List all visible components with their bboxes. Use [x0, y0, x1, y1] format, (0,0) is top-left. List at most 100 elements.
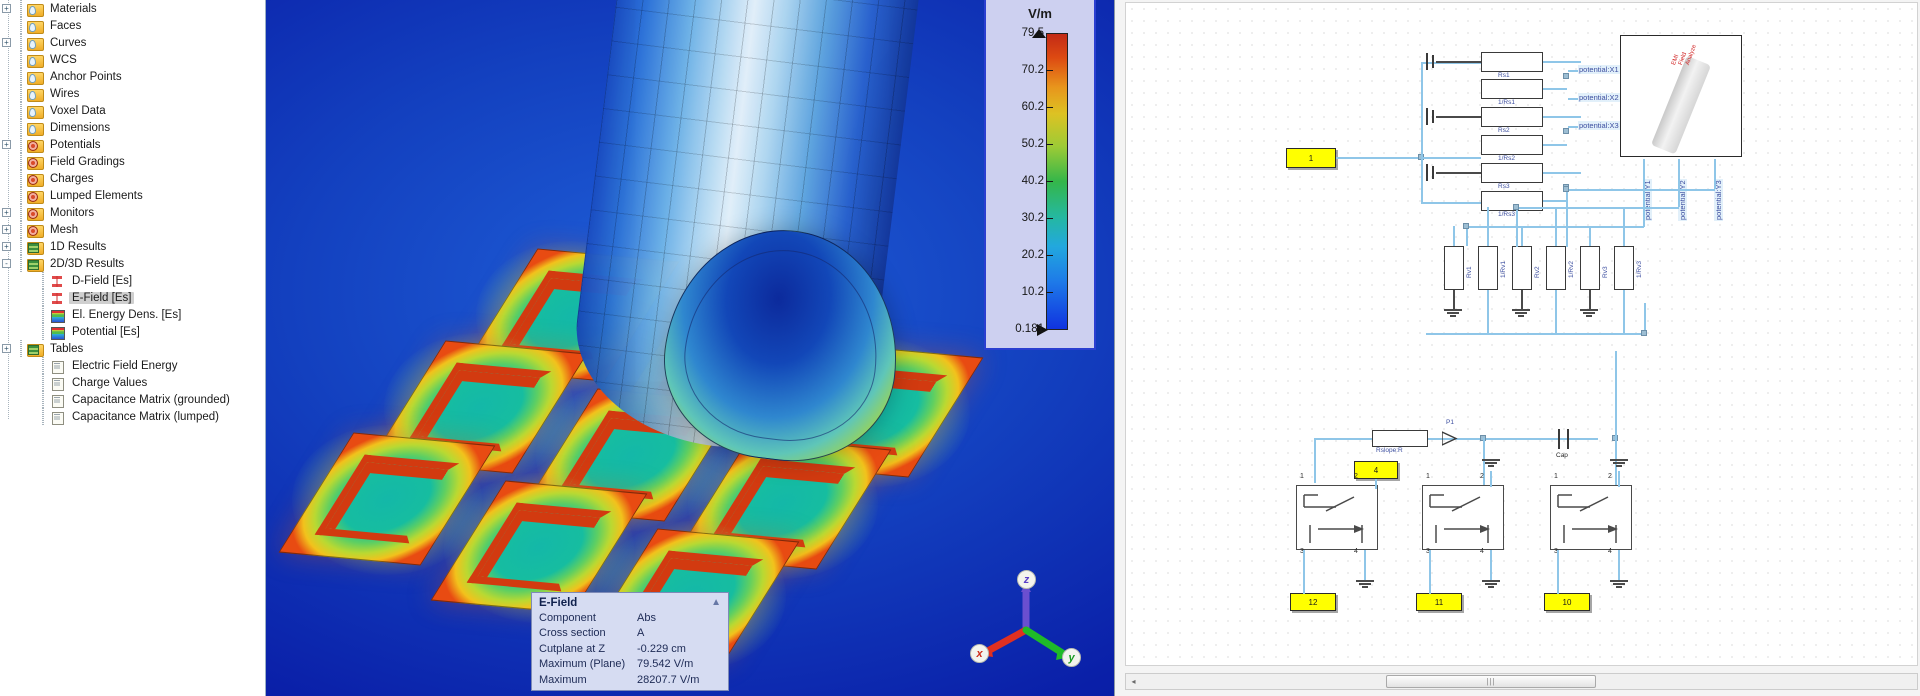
collapse-toggle-icon[interactable]: -: [2, 259, 11, 268]
chevron-up-icon[interactable]: ▲: [711, 597, 721, 608]
field-colorbar-legend: V/m 79.5 70.2 60.2 50.2 40.2 30.2 20.2 10.2 0.18…: [984, 0, 1096, 350]
series-resistor-block[interactable]: [1372, 430, 1428, 447]
scroll-left-arrow-icon[interactable]: ◂: [1126, 674, 1141, 689]
tree-row-container: + Materials Faces + Curves WCS Anchor Points Wi…: [0, 0, 265, 425]
tree-item-monitors[interactable]: + Monitors: [0, 204, 265, 221]
schematic-source-port[interactable]: 1: [1286, 148, 1336, 168]
legend-tick-mark: [1046, 292, 1053, 293]
resistor-label-top: 1/Rs2: [1498, 155, 1515, 162]
wire-cap-lead: [1436, 61, 1481, 63]
tree-item-tables[interactable]: + Tables: [0, 340, 265, 357]
wire-dev-down-2: [1678, 159, 1680, 207]
tree-item-wcs[interactable]: WCS: [0, 51, 265, 68]
tree-item-el-energy-dens-es[interactable]: El. Energy Dens. [Es]: [0, 306, 265, 323]
tree-item-field-gradings[interactable]: Field Gradings: [0, 153, 265, 170]
switch-output-port[interactable]: 11: [1416, 593, 1462, 611]
ground-symbol: [1610, 580, 1628, 590]
tree-item-e-field-es[interactable]: E-Field [Es]: [0, 289, 265, 306]
expand-toggle-icon[interactable]: +: [2, 242, 11, 251]
tree-item-label: Materials: [50, 2, 97, 15]
expand-toggle-icon[interactable]: +: [2, 4, 11, 13]
wire-resistor-lead: [1543, 200, 1567, 202]
tree-item-mesh[interactable]: + Mesh: [0, 221, 265, 238]
capacitor-label: Cap: [1556, 452, 1568, 459]
scrollbar-thumb[interactable]: |||: [1386, 675, 1596, 688]
tree-item-label: Curves: [50, 36, 87, 49]
tree-item-potential-es[interactable]: Potential [Es]: [0, 323, 265, 340]
tree-item-capacitance-matrix-grounded[interactable]: Capacitance Matrix (grounded): [0, 391, 265, 408]
expand-toggle-icon[interactable]: +: [2, 225, 11, 234]
resistor-block-top[interactable]: [1481, 163, 1543, 183]
efield-info-title: E-Field: [539, 596, 578, 609]
tree-item-anchor-points[interactable]: Anchor Points: [0, 68, 265, 85]
resistor-block-mid[interactable]: [1478, 246, 1498, 290]
folder-results-icon: [27, 240, 44, 255]
resistor-label-mid: 1/Rv1: [1500, 261, 1507, 278]
efield-info-row: Maximum (Plane) 79.542 V/m: [532, 657, 728, 673]
wire-mid-drop-1: [1466, 226, 1468, 246]
tree-item-voxel-data[interactable]: Voxel Data: [0, 102, 265, 119]
capacitor-symbol[interactable]: [1558, 429, 1572, 449]
efield-info-row: Cutplane at Z -0.229 cm: [532, 642, 728, 658]
tree-item-electric-field-energy[interactable]: Electric Field Energy: [0, 357, 265, 374]
tree-item-materials[interactable]: + Materials: [0, 0, 265, 17]
tree-item-charge-values[interactable]: Charge Values: [0, 374, 265, 391]
efield-info-row: Cross section A: [532, 626, 728, 642]
tree-item-2d-3d-results[interactable]: - 2D/3D Results: [0, 255, 265, 272]
switch-contact-graphic: [1303, 494, 1364, 543]
tree-item-charges[interactable]: Charges: [0, 170, 265, 187]
resistor-block-mid[interactable]: [1580, 246, 1600, 290]
tree-item-curves[interactable]: + Curves: [0, 34, 265, 51]
tree-item-wires[interactable]: Wires: [0, 85, 265, 102]
axis-label-y: y: [1062, 648, 1081, 667]
switch-output-port[interactable]: 12: [1290, 593, 1336, 611]
switch-pin-number: 2: [1354, 473, 1358, 480]
tree-item-dimensions[interactable]: Dimensions: [0, 119, 265, 136]
wire-mid-to-bus: [1555, 290, 1557, 334]
expand-toggle-icon[interactable]: +: [2, 140, 11, 149]
legend-tick-label: 10.2: [984, 286, 1053, 298]
tree-item-label: Mesh: [50, 223, 79, 236]
tree-item-lumped-elements[interactable]: Lumped Elements: [0, 187, 265, 204]
tree-connector: [36, 289, 49, 306]
tree-item-potentials[interactable]: + Potentials: [0, 136, 265, 153]
expand-toggle-icon[interactable]: +: [2, 208, 11, 217]
resistor-block-top[interactable]: [1481, 79, 1543, 99]
efield-info-row: Maximum 28207.7 V/m: [532, 673, 728, 689]
resistor-block-top[interactable]: [1481, 107, 1543, 127]
junction-node: [1563, 73, 1569, 79]
schematic-aux-port[interactable]: 4: [1354, 461, 1398, 479]
navigation-tree-panel[interactable]: + Materials Faces + Curves WCS Anchor Points Wi…: [0, 0, 266, 696]
legend-tick-label: 70.2: [984, 64, 1053, 76]
expand-toggle-icon[interactable]: +: [2, 344, 11, 353]
axis-triad-gizmo[interactable]: z x y: [964, 564, 1084, 674]
tree-connector: [14, 238, 27, 255]
field-3d-viewport[interactable]: V/m 79.5 70.2 60.2 50.2 40.2 30.2 20.2 10.2 0.18…: [266, 0, 1114, 696]
expand-toggle-icon[interactable]: +: [2, 38, 11, 47]
tree-item-capacitance-matrix-lumped[interactable]: Capacitance Matrix (lumped): [0, 408, 265, 425]
folder-gear-icon: [27, 189, 44, 204]
resistor-block-top[interactable]: [1481, 135, 1543, 155]
folder-icon: [27, 2, 44, 17]
resistor-block-top[interactable]: [1481, 52, 1543, 72]
tree-item-d-field-es[interactable]: D-Field [Es]: [0, 272, 265, 289]
tree-item-faces[interactable]: Faces: [0, 17, 265, 34]
schematic-hscrollbar[interactable]: ◂ |||: [1125, 673, 1918, 690]
resistor-block-mid[interactable]: [1614, 246, 1634, 290]
schematic-panel[interactable]: 1 Rs1 1/Rs1 Rs2 1/Rs2 Rs3 1/Rs3 potential:X1 p…: [1114, 0, 1920, 696]
efield-info-box[interactable]: E-Field ▲ Component Abs Cross section A Cutp…: [531, 591, 729, 691]
schematic-canvas[interactable]: 1 Rs1 1/Rs1 Rs2 1/Rs2 Rs3 1/Rs3 potential:X1 p…: [1125, 2, 1918, 666]
ground-symbol: [1512, 309, 1530, 319]
efield-info-header[interactable]: E-Field ▲: [532, 596, 728, 611]
device-block[interactable]: EMI Field Analyze: [1620, 35, 1742, 157]
tree-item-1d-results[interactable]: +1D Results: [0, 238, 265, 255]
tree-item-label: D-Field [Es]: [72, 274, 133, 287]
switch-output-port[interactable]: 10: [1544, 593, 1590, 611]
resistor-block-mid[interactable]: [1512, 246, 1532, 290]
resistor-block-mid[interactable]: [1444, 246, 1464, 290]
resistor-block-mid[interactable]: [1546, 246, 1566, 290]
